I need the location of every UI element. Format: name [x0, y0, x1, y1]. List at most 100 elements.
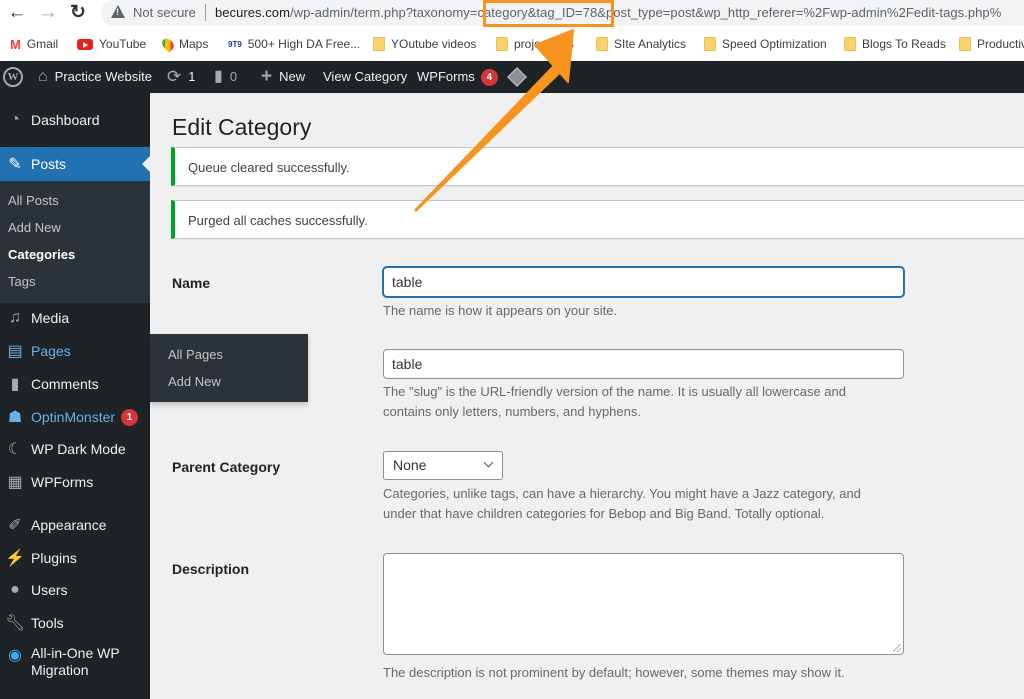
menu-label: WPForms — [31, 474, 94, 490]
notice-text: Queue cleared successfully. — [188, 160, 350, 175]
bookmark-high-da[interactable]: 9T9 500+ High DA Free... — [228, 35, 360, 53]
optinmonster-icon: ☗ — [7, 409, 23, 426]
sidebar-item-optinmonster[interactable]: ☗ OptinMonster 1 — [0, 400, 150, 434]
bookmark-site-analytics[interactable]: SIte Analytics — [596, 35, 686, 53]
plugin-menu[interactable] — [507, 61, 527, 93]
name-input[interactable]: table — [383, 267, 904, 297]
select-value: None — [393, 457, 427, 473]
description-label: Description — [172, 561, 250, 577]
menu-label-line: Migration — [31, 662, 89, 678]
menu-label: Posts — [31, 156, 67, 172]
parent-category-select[interactable]: None — [383, 451, 503, 480]
wordpress-logo-icon: W — [3, 67, 23, 87]
sidebar-item-dashboard[interactable]: ◔ Dashboard — [0, 103, 150, 137]
site-name: Practice Website — [54, 69, 152, 84]
updates-count: 1 — [188, 69, 196, 84]
bookmark-label: YOutube videos — [391, 37, 477, 51]
sidebar-item-users[interactable]: ● Users — [0, 573, 150, 607]
bookmark-label: Blogs To Reads — [862, 37, 946, 51]
submenu-all-posts[interactable]: All Posts — [8, 193, 59, 208]
wrench-icon: 🔧︎ — [5, 615, 26, 632]
bookmark-blogs-to-reads[interactable]: Blogs To Reads — [844, 35, 946, 53]
parent-category-label: Parent Category — [172, 459, 281, 475]
bookmark-gmail[interactable]: M Gmail — [10, 35, 58, 53]
plus-icon: + — [261, 66, 273, 87]
security-status[interactable]: Not secure — [133, 5, 196, 20]
moon-icon: ☾ — [7, 441, 23, 458]
sidebar-item-wp-dark-mode[interactable]: ☾ WP Dark Mode — [0, 432, 150, 466]
url-query: &post_type=post&wp_http_referer=%2Fwp-ad… — [597, 5, 1002, 20]
menu-label: Users — [31, 582, 68, 598]
bookmark-youtube[interactable]: YouTube — [77, 35, 146, 53]
resize-handle-icon[interactable] — [893, 644, 901, 652]
forward-icon[interactable]: → — [37, 2, 59, 24]
comments-count: 0 — [229, 69, 238, 84]
menu-label: Pages — [31, 343, 71, 359]
pin-icon: ✎ — [8, 156, 22, 173]
sidebar-item-comments[interactable]: ▮ Comments — [0, 367, 150, 401]
description-textarea[interactable] — [383, 553, 904, 655]
bookmark-label: project $$$ — [514, 37, 574, 51]
sidebar-item-media[interactable]: ♫ Media — [0, 301, 150, 335]
bookmark-productivity[interactable]: Productiv — [959, 35, 1024, 53]
bookmark-label: SIte Analytics — [614, 37, 687, 51]
comment-icon: ▮ — [214, 68, 223, 85]
ntn-icon: 9T9 — [228, 39, 242, 49]
notice-success: Queue cleared successfully. — [171, 147, 1024, 186]
new-label: New — [279, 69, 306, 84]
slug-input[interactable]: table — [383, 349, 904, 379]
url-divider — [205, 4, 206, 21]
folder-icon — [596, 37, 608, 51]
sidebar-item-pages[interactable]: ▤ Pages — [0, 334, 150, 368]
bookmark-speed-optimization[interactable]: Speed Optimization — [704, 35, 827, 53]
sidebar-item-tools[interactable]: 🔧︎ Tools — [0, 606, 150, 640]
updates-link[interactable]: ⟳ 1 — [167, 61, 195, 93]
parent-help-line-1: Categories, unlike tags, can have a hier… — [383, 486, 861, 501]
menu-label: Media — [31, 310, 70, 326]
notice-success: Purged all caches successfully. — [171, 200, 1024, 239]
bookmark-youtube-videos[interactable]: YOutube videos — [373, 35, 476, 53]
site-name-link[interactable]: ⌂ Practice Website — [38, 61, 152, 93]
comments-link[interactable]: ▮ 0 — [214, 61, 237, 93]
wpforms-label: WPForms — [417, 69, 475, 84]
wpforms-icon: ▦ — [7, 474, 23, 491]
wpforms-link[interactable]: WPForms 4 — [417, 61, 498, 93]
parent-help-line-2: under that have children categories for … — [383, 506, 825, 521]
view-category-link[interactable]: View Category — [323, 61, 407, 93]
sidebar-item-posts[interactable]: ✎ Posts — [0, 147, 150, 181]
plug-icon: ⚡ — [5, 550, 25, 567]
gmail-icon: M — [10, 36, 21, 52]
sidebar-item-appearance[interactable]: ✐ Appearance — [0, 508, 150, 542]
name-help: The name is how it appears on your site. — [383, 303, 618, 318]
sidebar-item-wpforms[interactable]: ▦ WPForms — [0, 465, 150, 499]
bookmark-label: Gmail — [26, 37, 59, 51]
bookmark-label: 500+ High DA Free... — [247, 37, 361, 51]
bookmark-label: Productiv — [977, 37, 1024, 51]
submenu-categories[interactable]: Categories — [8, 247, 75, 262]
folder-icon — [704, 37, 716, 51]
warning-icon — [111, 5, 125, 18]
folder-icon — [496, 37, 508, 51]
reload-icon[interactable]: ↻ — [67, 2, 89, 24]
new-content-link[interactable]: + New — [261, 61, 305, 93]
url-host: becures.com — [215, 5, 290, 20]
bookmarks-bar: M Gmail YouTube Maps 9T9 500+ High DA Free… — [0, 31, 1024, 55]
bookmark-maps[interactable]: Maps — [159, 35, 208, 53]
slug-help-line-2: contains only letters, numbers, and hyph… — [383, 404, 641, 419]
menu-label: Comments — [31, 376, 99, 392]
slug-help-line-1: The "slug" is the URL-friendly version o… — [383, 384, 846, 399]
submenu-tags[interactable]: Tags — [8, 274, 35, 289]
back-icon[interactable]: ← — [6, 2, 28, 24]
folder-icon — [959, 37, 971, 51]
sidebar-item-plugins[interactable]: ⚡ Plugins — [0, 541, 150, 575]
pages-icon: ▤ — [7, 343, 23, 360]
submenu-add-new[interactable]: Add New — [8, 220, 61, 235]
menu-label: OptinMonster — [31, 409, 116, 425]
posts-submenu: All Posts Add New Categories Tags — [0, 181, 150, 303]
bookmark-project[interactable]: project $$$ — [496, 35, 573, 53]
wp-logo-menu[interactable]: W — [3, 61, 23, 93]
sidebar-item-all-in-one-migration[interactable]: ◉ All-in-One WP Migration — [0, 645, 150, 685]
menu-label-line: All-in-One WP — [31, 645, 120, 661]
wpforms-badge: 4 — [480, 68, 498, 86]
chevron-down-icon — [483, 457, 494, 468]
